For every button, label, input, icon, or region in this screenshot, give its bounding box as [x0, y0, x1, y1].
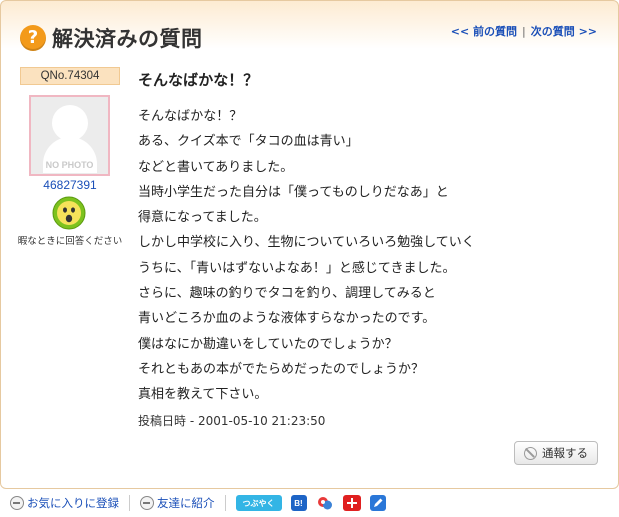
avatar-head-silhouette [52, 105, 88, 141]
question-line: 青いどころか血のような液体すらなかったのです。 [138, 311, 436, 327]
page-header: ? 解決済みの質問 [20, 20, 203, 56]
plus-icon [346, 498, 357, 508]
share-label: 友達に紹介 [157, 496, 215, 510]
twitter-tweet-button[interactable]: つぶやく [235, 495, 282, 511]
add-bookmark-button[interactable] [342, 495, 361, 511]
footer-divider [129, 495, 130, 511]
user-status-text: 暇なときに回答ください [17, 236, 123, 247]
pencil-icon [373, 498, 382, 507]
twitter-tweet-label: つぶやく [242, 498, 275, 508]
clip-button[interactable] [316, 494, 334, 512]
avatar[interactable]: NO PHOTO [29, 95, 110, 176]
share-with-friend-link[interactable]: 友達に紹介 [140, 495, 215, 511]
favorite-label: お気に入りに登録 [27, 496, 119, 510]
question-line: 僕はなにか勘違いをしていたのでしょうか？ [138, 336, 398, 352]
question-line: などと書いてありました。 [138, 159, 294, 175]
question-line: 当時小学生だった自分は「僕ってものしりだなあ」と [138, 184, 449, 200]
question-line: それともあの本がでたらめだったのでしょうか？ [138, 361, 425, 377]
hatena-bookmark-label: B! [294, 498, 303, 508]
nav-separator: | [522, 24, 526, 38]
user-id-link[interactable]: 46827391 [20, 178, 120, 192]
report-button[interactable]: 通報する [514, 441, 598, 465]
blog-post-button[interactable] [369, 495, 386, 511]
question-body: そんなばかな！？ ある、クイズ本で「タコの血は青い」 などと書いてありました。 … [138, 104, 598, 408]
favorite-icon [10, 496, 24, 510]
footer-divider [224, 495, 226, 511]
prev-question-link[interactable]: << 前の質問 [451, 23, 517, 39]
question-line: しかし中学校に入り、生物についていろいろ勉強していく [138, 235, 475, 251]
page-title: 解決済みの質問 [52, 27, 203, 51]
share-icon [140, 496, 154, 510]
question-number: QNo.74304 [20, 67, 120, 85]
question-mark-icon: ? [20, 25, 46, 51]
question-line: さらに、趣味の釣りでタコを釣り、調理してみると [138, 286, 436, 302]
prohibited-icon [524, 446, 537, 460]
question-line: 得意になってました。 [138, 210, 267, 226]
hatena-bookmark-button[interactable]: B! [290, 495, 307, 511]
report-button-label: 通報する [542, 446, 588, 460]
clip-icon [317, 497, 332, 510]
share-footer: お気に入りに登録 友達に紹介 つぶやく B! [0, 489, 619, 517]
question-navigation: << 前の質問 | 次の質問 >> [451, 23, 597, 39]
next-question-link[interactable]: 次の質問 >> [531, 23, 597, 39]
posted-datetime: 投稿日時 - 2001-05-10 21:23:50 [138, 414, 326, 428]
question-line: そんなばかな！？ [138, 109, 243, 124]
question-title: そんなばかな！？ [138, 71, 259, 89]
add-favorite-link[interactable]: お気に入りに登録 [10, 495, 119, 511]
question-line: うちに、「青いはずないよなあ！」と感じてきました。 [138, 260, 456, 276]
surprised-face-icon [52, 196, 86, 230]
no-photo-label: NO PHOTO [45, 160, 94, 170]
question-line: ある、クイズ本で「タコの血は青い」 [138, 134, 359, 150]
question-line: 真相を教えて下さい。 [138, 387, 268, 403]
